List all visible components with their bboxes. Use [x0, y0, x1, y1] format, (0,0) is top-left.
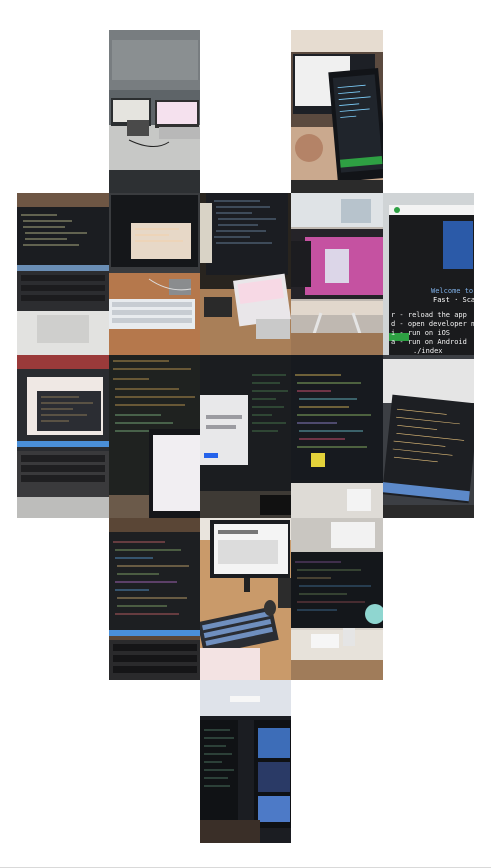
photo-monitor-web-app: [200, 355, 291, 518]
photo-code-tablet: [109, 355, 200, 518]
terminal-line-4: a - run on Android: [391, 338, 467, 346]
terminal-line-2: d - open developer menu: [391, 320, 474, 328]
photo-desk-laptop-monitor: [109, 30, 200, 193]
terminal-subheader: Fast · Scala: [433, 296, 474, 304]
photo-dual-monitors: [291, 30, 383, 193]
photo-laptop-code-keyboard: [17, 193, 109, 355]
photo-monitor-keyboard-desk: [200, 518, 291, 680]
photo-monitor-code-phone: [200, 193, 291, 355]
photo-laptop-code-close: [109, 518, 200, 680]
photo-monitor-with-fan: [291, 518, 383, 680]
photo-pink-monitor: [291, 193, 383, 355]
photo-vertical-monitors-night: [200, 680, 291, 843]
terminal-line-5: ./index: [413, 347, 443, 355]
terminal-line-1: r - reload the app: [391, 311, 467, 319]
photo-monitor-colorful-code: [291, 355, 383, 518]
photo-monitor-mechanical-keyboard: [109, 193, 200, 355]
photo-terminal-expo: Welcome to Expo Fast · Scala r - reload …: [383, 193, 474, 355]
photo-laptop-code-angled: [383, 355, 474, 518]
terminal-header: Welcome to Expo: [431, 287, 474, 295]
terminal-line-3: i - run on iOS: [391, 329, 451, 337]
photo-macbook-code: [17, 355, 109, 518]
